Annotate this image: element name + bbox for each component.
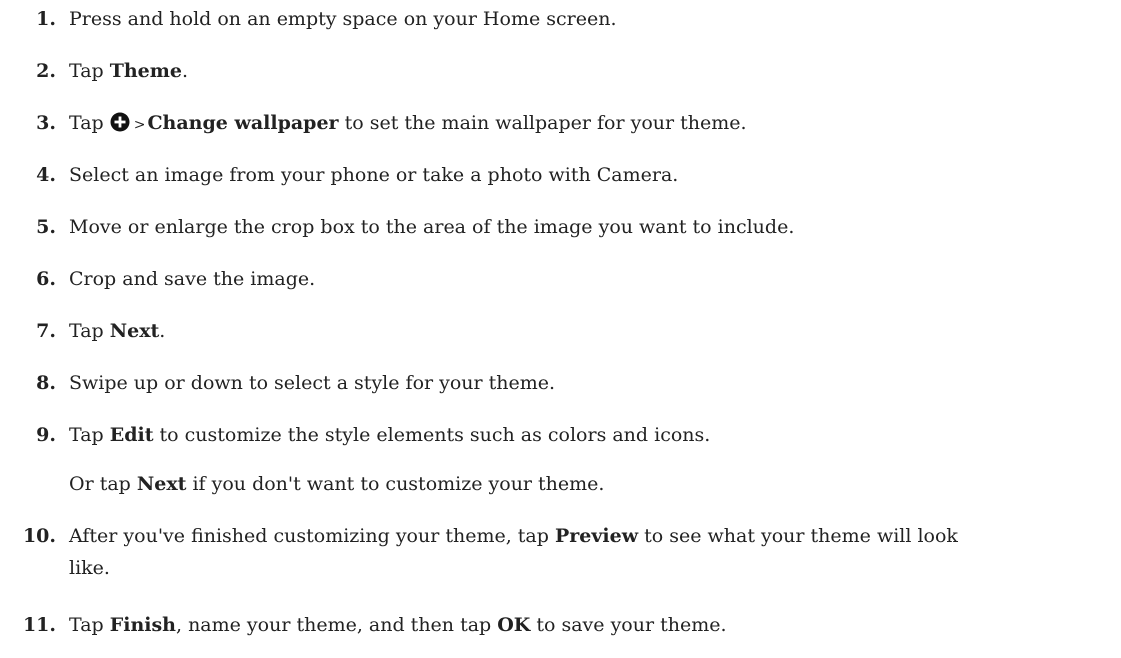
step-text: Crop and save the image.	[69, 268, 316, 290]
step-2: 2. Tap Theme.	[0, 55, 1121, 87]
step-text: Tap Edit to customize the style elements…	[69, 424, 711, 446]
instructions-document: 1. Press and hold on an empty space on y…	[0, 0, 1121, 658]
ui-label-ok: OK	[497, 614, 531, 636]
step-text: Tap Theme.	[69, 60, 189, 82]
step-text: Select an image from your phone or take …	[69, 164, 679, 186]
step-text: Tap Finish, name your theme, and then ta…	[69, 614, 727, 636]
ui-label-change-wallpaper: Change wallpaper	[147, 112, 339, 134]
ui-label-edit: Edit	[109, 424, 154, 446]
submenu-arrow: >	[133, 117, 146, 133]
step-6: 6. Crop and save the image.	[0, 263, 1121, 295]
step-number: 8.	[36, 372, 56, 394]
ui-label-next: Next	[109, 320, 160, 342]
step-10: 10. After you've finished customizing yo…	[0, 520, 1121, 584]
step-1: 1. Press and hold on an empty space on y…	[0, 3, 1121, 35]
ui-label-next: Next	[136, 473, 187, 495]
ui-label-theme: Theme	[109, 60, 182, 82]
step-number: 7.	[36, 320, 56, 342]
step-text: Move or enlarge the crop box to the area…	[69, 216, 795, 238]
ui-label-finish: Finish	[109, 614, 176, 636]
step-number: 1.	[36, 8, 56, 30]
step-number: 3.	[36, 112, 56, 134]
step-text: Tap Next.	[69, 320, 166, 342]
step-11: 11. Tap Finish, name your theme, and the…	[0, 609, 1121, 641]
step-9: 9. Tap Edit to customize the style eleme…	[0, 419, 1121, 451]
step-text: Press and hold on an empty space on your…	[69, 8, 617, 30]
ui-label-preview: Preview	[554, 525, 639, 547]
step-number: 5.	[36, 216, 56, 238]
step-4: 4. Select an image from your phone or ta…	[0, 159, 1121, 191]
step-number: 9.	[36, 424, 56, 446]
step-8: 8. Swipe up or down to select a style fo…	[0, 367, 1121, 399]
step-9-note: Or tap Next if you don't want to customi…	[69, 473, 605, 495]
step-number: 2.	[36, 60, 56, 82]
step-number: 11.	[22, 614, 56, 636]
step-text: After you've finished customizing your t…	[69, 525, 958, 579]
step-7: 7. Tap Next.	[0, 315, 1121, 347]
step-number: 4.	[36, 164, 56, 186]
step-number: 10.	[22, 525, 56, 547]
step-3: 3. Tap > Change wallpaper to set the main …	[0, 107, 1121, 142]
step-5: 5. Move or enlarge the crop box to the a…	[0, 211, 1121, 243]
step-number: 6.	[36, 268, 56, 290]
plus-circle-icon	[110, 110, 130, 142]
step-text: Swipe up or down to select a style for y…	[69, 372, 556, 394]
step-text: Tap > Change wallpaper to set the main wal…	[69, 107, 1049, 142]
